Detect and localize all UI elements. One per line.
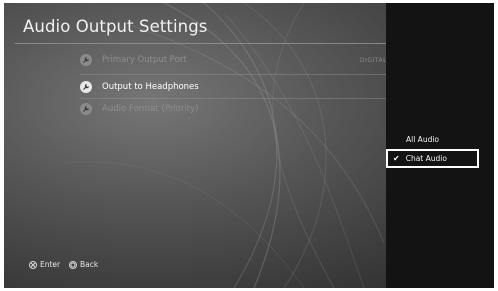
title-divider — [15, 43, 386, 44]
enter-label: Enter — [40, 260, 61, 269]
setting-audio-format[interactable]: Audio Format (Priority) — [80, 99, 380, 119]
option-panel: All Audio ✔ Chat Audio — [386, 3, 494, 288]
row-divider — [80, 74, 386, 75]
setting-label: Primary Output Port — [102, 55, 187, 65]
back-hint: Back — [69, 260, 98, 269]
setting-output-to-headphones[interactable]: Output to Headphones — [80, 77, 380, 97]
setting-label: Audio Format (Priority) — [102, 104, 199, 114]
option-all-audio[interactable]: All Audio — [406, 135, 439, 144]
back-label: Back — [80, 260, 99, 269]
cross-button-icon — [29, 260, 37, 269]
circle-button-icon — [69, 260, 77, 269]
enter-hint: Enter — [29, 260, 60, 269]
setting-label: Output to Headphones — [102, 82, 199, 92]
wrench-icon — [80, 81, 92, 93]
page-title: Audio Output Settings — [23, 17, 208, 36]
wrench-icon — [80, 54, 92, 66]
option-label: Chat Audio — [405, 154, 447, 163]
checkmark-icon: ✔ — [393, 154, 400, 163]
option-chat-audio[interactable]: ✔ Chat Audio — [386, 149, 479, 168]
wrench-icon — [80, 103, 92, 115]
setting-value: DIGITAL — [360, 57, 387, 64]
setting-primary-output-port[interactable]: Primary Output Port — [80, 50, 380, 70]
ps4-screen: Audio Output Settings Primary Output Por… — [4, 3, 494, 288]
